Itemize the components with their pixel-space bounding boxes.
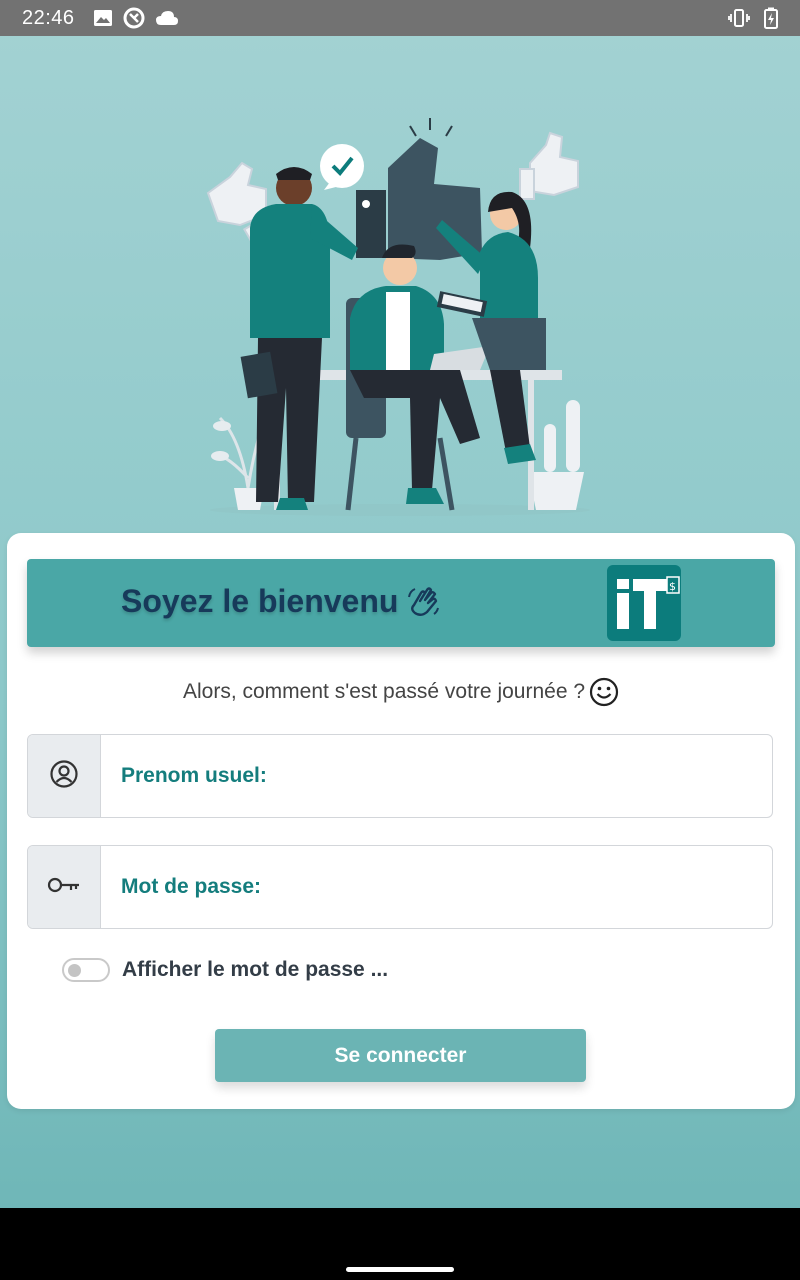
welcome-banner: Soyez le bienvenu $: [27, 559, 775, 647]
user-icon: [49, 759, 79, 794]
data-saver-icon: [123, 7, 145, 29]
home-gesture-handle[interactable]: [346, 1267, 454, 1272]
login-card: Soyez le bienvenu $ Alors, comment s'est…: [7, 533, 795, 1109]
svg-text:$: $: [669, 580, 676, 593]
status-icons-right: [728, 7, 778, 29]
password-icon-box: [28, 846, 101, 928]
show-password-row: Afficher le mot de passe ...: [62, 958, 388, 982]
battery-charging-icon: [764, 7, 778, 29]
subtitle: Alors, comment s'est passé votre journée…: [7, 677, 795, 707]
username-field: [27, 734, 773, 818]
company-logo: $: [607, 565, 681, 641]
cloud-icon: [155, 9, 179, 27]
welcome-title: Soyez le bienvenu: [121, 583, 440, 620]
subtitle-text: Alors, comment s'est passé votre journée…: [182, 680, 586, 703]
key-icon: [47, 875, 81, 900]
username-input[interactable]: [101, 735, 772, 817]
status-icons-left: [93, 7, 179, 29]
username-icon-box: [28, 735, 101, 817]
hero-illustration: [190, 108, 600, 518]
password-input[interactable]: [101, 846, 772, 928]
image-icon: [93, 8, 113, 28]
show-password-toggle[interactable]: [62, 958, 110, 982]
welcome-title-text: Soyez le bienvenu: [121, 583, 399, 619]
smile-icon: [589, 677, 619, 707]
navigation-bar: [0, 1208, 800, 1280]
toggle-knob: [68, 964, 81, 977]
status-time: 22:46: [22, 6, 75, 29]
login-button[interactable]: Se connecter: [215, 1029, 586, 1082]
vibrate-icon: [728, 8, 750, 28]
waving-hand-icon: [406, 585, 440, 619]
password-field: [27, 845, 773, 929]
show-password-label[interactable]: Afficher le mot de passe ...: [122, 958, 388, 982]
status-bar: 22:46: [0, 0, 800, 36]
